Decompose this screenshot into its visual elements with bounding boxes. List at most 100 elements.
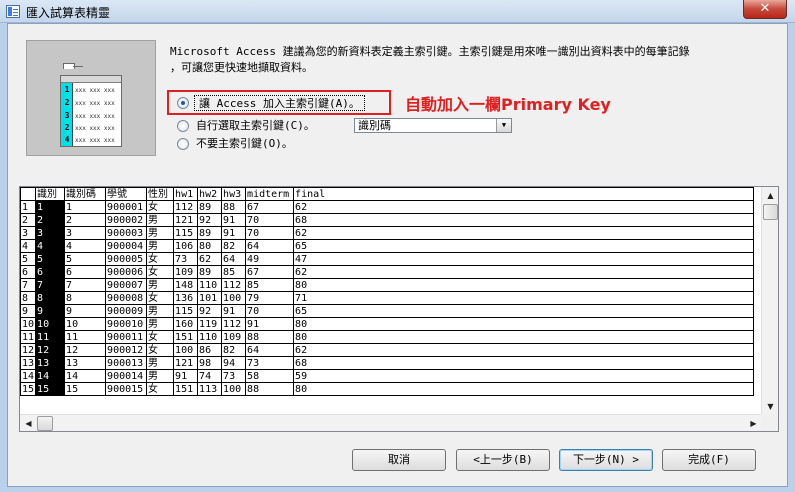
table-cell: 86 <box>197 343 223 357</box>
vertical-scroll-thumb[interactable] <box>763 204 778 220</box>
row-number-cell: 7 <box>20 278 37 292</box>
key-field-select[interactable]: 識別碼 ▼ <box>354 118 512 133</box>
table-cell: 67 <box>245 200 295 214</box>
radio-selected-icon[interactable] <box>177 97 189 109</box>
table-cell: 91 <box>245 317 295 331</box>
table-cell: 89 <box>197 265 223 279</box>
horizontal-scrollbar[interactable]: ◀ ▶ <box>20 414 762 431</box>
row-number-cell: 5 <box>20 252 37 266</box>
table-cell: 9 <box>64 304 107 318</box>
column-header: 識別 <box>35 187 66 201</box>
illustration-row-number: 4 <box>64 135 70 144</box>
primary-key-cell: 8 <box>35 291 66 305</box>
description-line-2: ，可讓您更快速地擷取資料。 <box>170 61 313 74</box>
table-cell: 112 <box>221 317 247 331</box>
table-cell: 74 <box>197 369 223 383</box>
preview-table: 識別 識別碼 學號 性別 hw1 hw2 hw3 midterm final 1… <box>20 187 755 396</box>
row-number-cell: 14 <box>20 369 37 383</box>
table-cell: 58 <box>245 369 295 383</box>
table-cell: 65 <box>293 304 755 318</box>
table-cell: 900001 <box>105 200 148 214</box>
row-number-cell: 2 <box>20 213 37 227</box>
table-header-row: 識別 識別碼 學號 性別 hw1 hw2 hw3 midterm final <box>20 187 755 201</box>
table-cell: 男 <box>146 239 175 253</box>
close-button[interactable]: ✕ <box>743 0 787 19</box>
scroll-left-icon[interactable]: ◀ <box>20 415 37 431</box>
row-number-cell: 9 <box>20 304 37 318</box>
scroll-up-icon[interactable]: ▲ <box>762 187 778 204</box>
horizontal-scroll-thumb[interactable] <box>37 416 53 431</box>
radio-unselected-icon[interactable] <box>177 120 189 132</box>
window-title: 匯入試算表精靈 <box>26 6 111 20</box>
finish-button[interactable]: 完成(F) <box>662 449 756 471</box>
primary-key-cell: 2 <box>35 213 66 227</box>
table-cell: 85 <box>245 278 295 292</box>
table-cell: 151 <box>173 382 199 396</box>
row-number-cell: 10 <box>20 317 37 331</box>
illustration-table: 1 xxx xxx xxx 2 xxx xxx xxx 3 xxx xxx xxx 2… <box>60 75 122 147</box>
scroll-down-icon[interactable]: ▼ <box>762 398 778 415</box>
row-number-cell: 12 <box>20 343 37 357</box>
table-cell: 男 <box>146 356 175 370</box>
table-cell: 67 <box>245 265 295 279</box>
next-button[interactable]: 下一步(N) > <box>559 449 653 471</box>
table-cell: 110 <box>197 278 223 292</box>
table-cell: 91 <box>221 213 247 227</box>
table-cell: 109 <box>221 330 247 344</box>
table-cell: 47 <box>293 252 755 266</box>
illustration-row-text: xxx xxx xxx <box>75 113 115 120</box>
table-row: 7 7 7 900007 男 148 110 112 85 80 <box>20 278 755 292</box>
table-cell: 62 <box>293 200 755 214</box>
illustration-row-text: xxx xxx xxx <box>75 125 115 132</box>
wizard-body: 1 xxx xxx xxx 2 xxx xxx xxx 3 xxx xxx xxx 2… <box>7 23 788 487</box>
cancel-button[interactable]: 取消 <box>352 449 446 471</box>
column-header: hw3 <box>221 187 247 201</box>
back-button[interactable]: <上一步(B) <box>456 449 550 471</box>
table-cell: 136 <box>173 291 199 305</box>
row-number-cell: 15 <box>20 382 37 396</box>
table-cell: 73 <box>221 369 247 383</box>
wizard-description: Microsoft Access 建議為您的新資料表定義主索引鍵。主索引鍵是用來… <box>170 44 780 76</box>
table-row: 14 14 14 900014 男 91 74 73 58 59 <box>20 369 755 383</box>
illustration-row: 1 xxx xxx xxx <box>61 83 121 97</box>
table-cell: 98 <box>197 356 223 370</box>
table-cell: 11 <box>64 330 107 344</box>
table-row: 15 15 15 900015 女 151 113 100 88 80 <box>20 382 755 396</box>
chevron-down-icon[interactable]: ▼ <box>496 119 511 132</box>
option-auto-primary-key[interactable]: 讓 Access 加入主索引鍵(A)。 <box>177 95 387 111</box>
table-cell: 男 <box>146 278 175 292</box>
table-cell: 64 <box>221 252 247 266</box>
vertical-scrollbar[interactable]: ▲ ▼ <box>761 187 778 415</box>
table-cell: 119 <box>197 317 223 331</box>
illustration-row-number: 3 <box>64 111 70 120</box>
table-cell: 106 <box>173 239 199 253</box>
scrollbar-corner <box>761 414 778 431</box>
illustration-row-number: 2 <box>64 123 70 132</box>
primary-key-cell: 4 <box>35 239 66 253</box>
table-cell: 65 <box>293 239 755 253</box>
primary-key-cell: 6 <box>35 265 66 279</box>
table-cell: 女 <box>146 382 175 396</box>
column-header: midterm <box>245 187 295 201</box>
table-cell: 89 <box>197 226 223 240</box>
table-cell: 900011 <box>105 330 148 344</box>
illustration-row-text: xxx xxx xxx <box>75 100 115 107</box>
table-row: 12 12 12 900012 女 100 86 82 64 62 <box>20 343 755 357</box>
table-cell: 82 <box>221 239 247 253</box>
option-choose-primary-key[interactable]: 自行選取主索引鍵(C)。 <box>177 118 347 134</box>
scroll-right-icon[interactable]: ▶ <box>745 415 762 431</box>
table-cell: 1 <box>64 200 107 214</box>
table-cell: 59 <box>293 369 755 383</box>
table-cell: 6 <box>64 265 107 279</box>
illustration-row-text: xxx xxx xxx <box>75 137 115 144</box>
table-cell: 88 <box>245 330 295 344</box>
radio-unselected-icon[interactable] <box>177 138 189 150</box>
table-cell: 900005 <box>105 252 148 266</box>
table-cell: 900009 <box>105 304 148 318</box>
primary-key-cell: 14 <box>35 369 66 383</box>
option-no-primary-key[interactable]: 不要主索引鍵(O)。 <box>177 136 347 152</box>
table-row: 2 2 2 900002 男 121 92 91 70 68 <box>20 213 755 227</box>
row-number-cell: 13 <box>20 356 37 370</box>
table-cell: 85 <box>221 265 247 279</box>
row-number-header <box>20 187 37 201</box>
